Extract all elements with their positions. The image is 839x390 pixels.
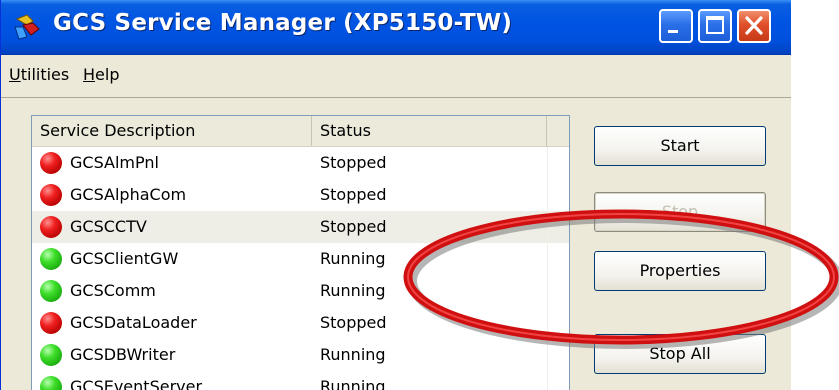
minimize-icon bbox=[668, 30, 678, 33]
menu-utilities[interactable]: Utilities bbox=[9, 65, 69, 84]
service-row-gcseventserver[interactable]: GCSEventServer Running bbox=[32, 371, 569, 390]
column-divider bbox=[547, 147, 548, 179]
service-row-gcsalmpnl[interactable]: GCSAlmPnl Stopped bbox=[32, 147, 569, 179]
service-row-gcscctv[interactable]: GCSCCTV Stopped bbox=[32, 211, 569, 243]
column-spacer bbox=[547, 116, 569, 146]
start-button[interactable]: Start bbox=[594, 126, 766, 166]
services-list[interactable]: Service Description Status GCSAlmPnl Sto… bbox=[31, 115, 570, 390]
maximize-button[interactable] bbox=[698, 9, 732, 43]
red-status-dot-icon bbox=[40, 312, 62, 334]
service-name: GCSDBWriter bbox=[70, 345, 176, 364]
service-name: GCSEventServer bbox=[70, 377, 203, 390]
column-divider bbox=[547, 211, 548, 243]
list-header: Service Description Status bbox=[32, 116, 569, 147]
properties-button[interactable]: Properties bbox=[594, 251, 766, 291]
window-title: GCS Service Manager (XP5150-TW) bbox=[53, 10, 513, 36]
service-row-gcscomm[interactable]: GCSComm Running bbox=[32, 275, 569, 307]
service-name: GCSComm bbox=[70, 281, 156, 300]
stop-all-button[interactable]: Stop All bbox=[594, 334, 766, 374]
service-row-gcsdataloader[interactable]: GCSDataLoader Stopped bbox=[32, 307, 569, 339]
column-status[interactable]: Status bbox=[312, 116, 547, 146]
close-icon bbox=[745, 16, 763, 35]
service-name: GCSClientGW bbox=[70, 249, 179, 268]
minimize-button[interactable] bbox=[659, 9, 693, 43]
service-status: Running bbox=[320, 249, 386, 268]
service-name: GCSAlphaCom bbox=[70, 185, 187, 204]
service-name: GCSDataLoader bbox=[70, 313, 197, 332]
gcs-app-icon bbox=[13, 13, 43, 41]
menu-help[interactable]: Help bbox=[83, 65, 119, 84]
service-status: Running bbox=[320, 345, 386, 364]
service-name: GCSCCTV bbox=[70, 217, 147, 236]
service-status: Stopped bbox=[320, 313, 387, 332]
column-divider bbox=[547, 339, 548, 371]
service-row-gcsdbwriter[interactable]: GCSDBWriter Running bbox=[32, 339, 569, 371]
service-row-gcsalphacom[interactable]: GCSAlphaCom Stopped bbox=[32, 179, 569, 211]
stop-button[interactable]: Stop bbox=[594, 192, 766, 232]
service-status: Stopped bbox=[320, 217, 387, 236]
column-divider bbox=[547, 307, 548, 339]
green-status-dot-icon bbox=[40, 376, 62, 390]
red-status-dot-icon bbox=[40, 216, 62, 238]
service-status: Running bbox=[320, 377, 386, 390]
column-divider bbox=[547, 179, 548, 211]
service-row-gcsclientgw[interactable]: GCSClientGW Running bbox=[32, 243, 569, 275]
service-status: Stopped bbox=[320, 185, 387, 204]
column-divider bbox=[547, 243, 548, 275]
service-status: Stopped bbox=[320, 153, 387, 172]
close-button[interactable] bbox=[737, 9, 771, 43]
red-status-dot-icon bbox=[40, 152, 62, 174]
green-status-dot-icon bbox=[40, 344, 62, 366]
maximize-icon bbox=[706, 16, 724, 34]
service-name: GCSAlmPnl bbox=[70, 153, 159, 172]
title-bar: GCS Service Manager (XP5150-TW) bbox=[1, 0, 791, 55]
menu-bar: Utilities Help bbox=[1, 55, 791, 98]
service-manager-window: GCS Service Manager (XP5150-TW) Utilitie… bbox=[0, 0, 791, 390]
green-status-dot-icon bbox=[40, 248, 62, 270]
red-status-dot-icon bbox=[40, 184, 62, 206]
column-divider bbox=[547, 371, 548, 390]
column-divider bbox=[547, 275, 548, 307]
green-status-dot-icon bbox=[40, 280, 62, 302]
service-status: Running bbox=[320, 281, 386, 300]
column-service-description[interactable]: Service Description bbox=[32, 116, 312, 146]
